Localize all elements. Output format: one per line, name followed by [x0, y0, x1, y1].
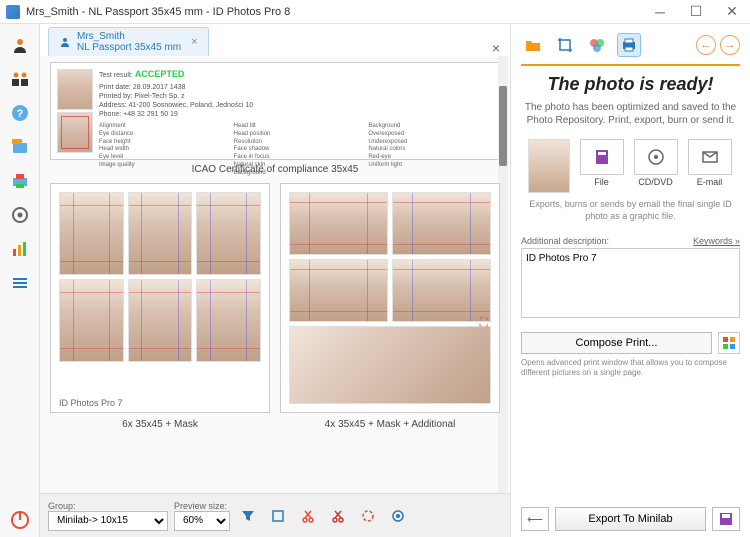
id-photo — [128, 279, 193, 362]
id-photo — [289, 259, 388, 322]
crop-icon[interactable] — [266, 504, 290, 528]
tab-person-icon — [59, 36, 71, 48]
sheet-caption: ID Photos Pro 7 — [59, 398, 123, 408]
id-photo — [59, 192, 124, 275]
tab-close-icon[interactable]: × — [191, 36, 197, 48]
window-title: Mrs_Smith - NL Passport 35x45 mm - ID Ph… — [26, 6, 642, 18]
new-icon[interactable] — [6, 133, 34, 161]
folder-icon[interactable] — [521, 33, 545, 57]
cddvd-button[interactable] — [634, 139, 678, 175]
cert-result-value: ACCEPTED — [135, 69, 185, 79]
id-photo — [196, 279, 261, 362]
cert-photo-guides — [57, 112, 93, 153]
app-icon — [6, 5, 20, 19]
group-select[interactable]: Minilab-> 10x15 — [48, 511, 168, 531]
tab-title: Mrs_Smith — [77, 31, 181, 42]
print-icon[interactable] — [6, 167, 34, 195]
tab-bar: Mrs_Smith NL Passport 35x45 mm × × — [40, 24, 510, 56]
layout-left[interactable]: ID Photos Pro 7 6x 35x45 + Mask — [50, 183, 270, 430]
help-icon[interactable]: ? — [6, 99, 34, 127]
group-label: Group: — [48, 501, 168, 511]
panel-close-icon[interactable]: × — [492, 40, 500, 56]
bottom-toolbar: Group: Minilab-> 10x15 Preview size: 60% — [40, 493, 510, 537]
right-panel: ← → The photo is ready! The photo has be… — [510, 24, 750, 537]
chart-icon[interactable] — [6, 235, 34, 263]
save-icon[interactable] — [712, 507, 740, 531]
cert-result-label: Test result: — [99, 72, 133, 79]
id-photo — [289, 192, 388, 255]
layout-right[interactable]: ⛶ 4x 35x45 + Mask + Additional — [280, 183, 500, 430]
tab-subtitle: NL Passport 35x45 mm — [77, 42, 181, 53]
power-icon[interactable] — [6, 506, 34, 534]
export-button[interactable]: Export To Minilab — [555, 507, 706, 531]
menu-icon[interactable] — [6, 269, 34, 297]
crop-tool-icon[interactable] — [553, 33, 577, 57]
close-button[interactable]: ✕ — [714, 0, 750, 24]
document-tab[interactable]: Mrs_Smith NL Passport 35x45 mm × — [48, 27, 209, 56]
compose-icon[interactable] — [718, 332, 740, 354]
email-button[interactable] — [688, 139, 732, 175]
result-thumbnail — [528, 139, 570, 193]
additional-photo: ⛶ — [289, 326, 491, 404]
minimize-button[interactable]: ─ — [642, 0, 678, 24]
description-textarea[interactable]: ID Photos Pro 7 — [521, 248, 740, 318]
panel-title: The photo is ready! — [521, 74, 740, 95]
compose-hint: Opens advanced print window that allows … — [521, 358, 740, 377]
file-button[interactable] — [580, 139, 624, 175]
maximize-button[interactable]: ☐ — [678, 0, 714, 24]
cert-photo-plain — [57, 69, 93, 110]
cut2-icon[interactable] — [326, 504, 350, 528]
filter-icon[interactable] — [236, 504, 260, 528]
preview-label: Preview size: — [174, 501, 230, 511]
preview-select[interactable]: 60% — [174, 511, 230, 531]
people-icon[interactable] — [6, 65, 34, 93]
keywords-link[interactable]: Keywords » — [693, 236, 740, 246]
id-photo — [59, 279, 124, 362]
settings-icon[interactable] — [386, 504, 410, 528]
layout-label: 4x 35x45 + Mask + Additional — [280, 419, 500, 430]
title-bar: Mrs_Smith - NL Passport 35x45 mm - ID Ph… — [0, 0, 750, 24]
back-button[interactable]: ⟵ — [521, 507, 549, 531]
cut-icon[interactable] — [296, 504, 320, 528]
gear-icon[interactable] — [6, 201, 34, 229]
printer-icon[interactable] — [617, 33, 641, 57]
person-icon[interactable] — [6, 31, 34, 59]
id-photo — [128, 192, 193, 275]
nav-back-icon[interactable]: ← — [696, 35, 716, 55]
compose-print-button[interactable]: Compose Print... — [521, 332, 712, 354]
certificate-card: Test result: ACCEPTED Print date: 28.09.… — [50, 62, 500, 160]
nav-forward-icon[interactable]: → — [720, 35, 740, 55]
work-area: Test result: ACCEPTED Print date: 28.09.… — [40, 56, 510, 493]
panel-subtitle: The photo has been optimized and saved t… — [521, 101, 740, 127]
left-sidebar: ? — [0, 24, 40, 537]
center-panel: Mrs_Smith NL Passport 35x45 mm × × Test … — [40, 24, 510, 537]
svg-text:?: ? — [16, 108, 23, 120]
desc-label: Additional description: — [521, 236, 609, 246]
expand-icon[interactable]: ⛶ — [480, 315, 488, 330]
color-icon[interactable] — [585, 33, 609, 57]
id-photo — [392, 259, 491, 322]
actions-hint: Exports, burns or sends by email the fin… — [521, 199, 740, 222]
layout-label: 6x 35x45 + Mask — [50, 419, 270, 430]
id-photo — [196, 192, 261, 275]
id-photo — [392, 192, 491, 255]
loading-icon[interactable] — [356, 504, 380, 528]
